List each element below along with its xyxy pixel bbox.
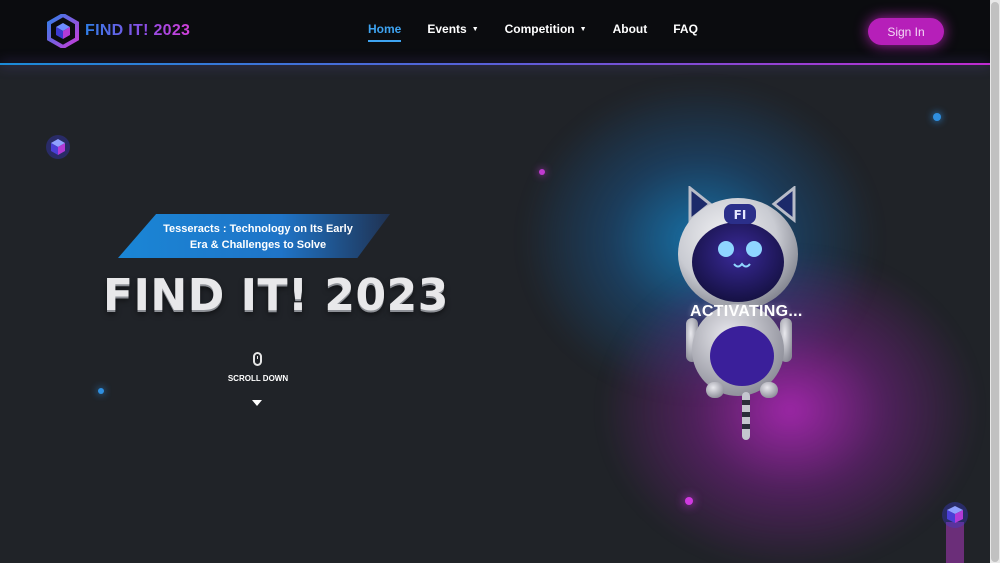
nav-menu: Home Events ▼ Competition ▼ About FAQ bbox=[368, 22, 724, 42]
mouse-icon[interactable] bbox=[253, 352, 262, 366]
nav-item-about[interactable]: About bbox=[613, 22, 648, 36]
hero-tagline: Tesseracts : Technology on Its Early Era… bbox=[118, 221, 398, 253]
nav-item-competition[interactable]: Competition ▼ bbox=[505, 22, 587, 36]
tagline-line-2: Era & Challenges to Solve bbox=[189, 239, 327, 251]
particle-dot bbox=[685, 497, 693, 505]
nav-item-events[interactable]: Events ▼ bbox=[427, 22, 478, 36]
tagline-line-1: Tesseracts : Technology on Its Early bbox=[163, 223, 353, 235]
arrow-down-icon[interactable] bbox=[252, 400, 262, 406]
navbar-divider bbox=[0, 63, 990, 65]
caret-down-icon: ▼ bbox=[579, 25, 587, 33]
nav-item-home[interactable]: Home bbox=[368, 22, 402, 42]
logo-text: FIND IT! 2023 bbox=[85, 22, 191, 39]
robot-badge: FI bbox=[734, 208, 747, 222]
robot-status-text: ACTIVATING... bbox=[690, 303, 803, 320]
nav-item-label: About bbox=[612, 22, 648, 36]
nav-item-label: Events bbox=[427, 22, 467, 36]
nav-item-label: Competition bbox=[504, 22, 575, 36]
navbar: FIND IT! 2023 Home Events ▼ Competition … bbox=[0, 0, 990, 64]
logo-cube-icon bbox=[47, 14, 79, 48]
nav-item-label: FAQ bbox=[673, 22, 698, 36]
scrollbar-thumb[interactable] bbox=[991, 2, 999, 562]
cube-particle-icon bbox=[942, 502, 968, 563]
caret-down-icon: ▼ bbox=[471, 25, 479, 33]
cube-particle-icon bbox=[46, 135, 70, 159]
particle-dot bbox=[539, 169, 545, 175]
sign-in-button[interactable]: Sign In bbox=[868, 18, 944, 45]
particle-dot bbox=[933, 113, 941, 121]
logo[interactable]: FIND IT! 2023 bbox=[47, 14, 190, 48]
page: FIND IT! 2023 Home Events ▼ Competition … bbox=[0, 0, 1000, 563]
particle-dot bbox=[98, 388, 104, 394]
scroll-down-label[interactable]: SCROLL DOWN bbox=[218, 374, 298, 383]
nav-item-faq[interactable]: FAQ bbox=[673, 22, 698, 36]
nav-item-label: Home bbox=[368, 22, 402, 36]
hero-title: FIND IT! 2023 bbox=[103, 270, 449, 321]
